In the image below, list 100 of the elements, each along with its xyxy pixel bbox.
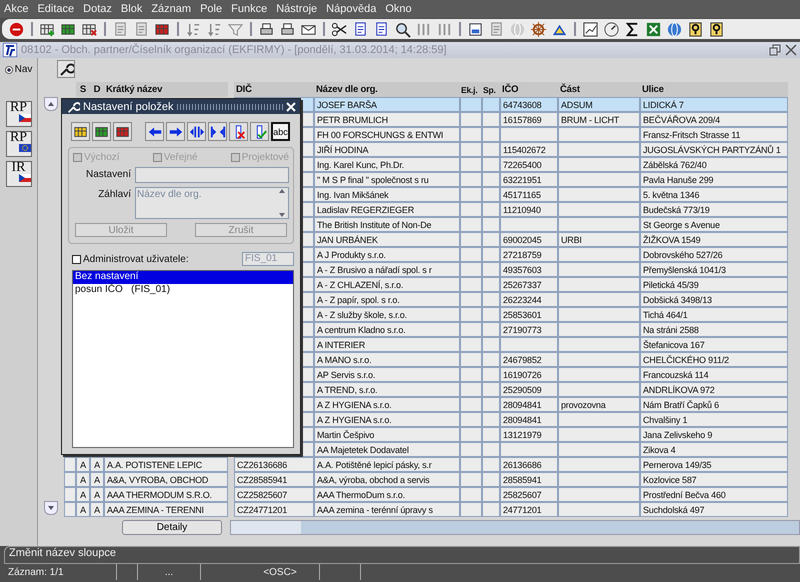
table-cell [460, 427, 482, 442]
table-cell [460, 367, 482, 382]
table-cell [482, 142, 500, 157]
menu-item[interactable]: Editace [37, 3, 74, 15]
menu-item[interactable]: Záznam [151, 3, 192, 15]
scissors-icon[interactable] [331, 20, 348, 38]
table-cell [460, 202, 482, 217]
help-icon[interactable] [687, 20, 704, 38]
expand-icon[interactable] [187, 122, 206, 141]
chart-icon[interactable] [582, 20, 599, 38]
printer-icon[interactable] [258, 20, 275, 38]
table-cell [460, 277, 482, 292]
table-cell: 26223244 [500, 292, 558, 307]
table-cell: A [76, 487, 90, 502]
column-header[interactable]: IČO [500, 82, 558, 97]
column-header[interactable]: S [76, 82, 90, 97]
side-button[interactable]: RP [6, 131, 32, 157]
settings-button[interactable] [57, 60, 75, 78]
globe-icon[interactable] [666, 20, 683, 38]
printer-icon[interactable] [279, 20, 296, 38]
table-icon[interactable] [92, 122, 111, 141]
table-cell: A MANO s.r.o. [314, 352, 460, 367]
arrow-left-icon[interactable] [145, 122, 164, 141]
column-header[interactable]: Krátký název [104, 82, 228, 97]
table-cell: AAA ThermoDum s.r.o. [314, 487, 460, 502]
gauge-icon[interactable] [603, 20, 620, 38]
scroll-down-icon[interactable] [44, 501, 58, 515]
collapse-icon[interactable] [208, 122, 227, 141]
column-header[interactable]: Ulice [640, 82, 788, 97]
scroll-up-icon[interactable] [44, 97, 58, 111]
stop-sign-icon[interactable] [8, 20, 25, 38]
table-cell: A.A. Potištěné lepicí pásky, s.r [314, 457, 460, 472]
table-cell: 28094841 [500, 397, 558, 412]
flag-icon [18, 144, 30, 152]
column-header[interactable]: Název dle org. [314, 82, 460, 97]
menu-item[interactable]: Pole [200, 3, 222, 15]
list-item[interactable]: Bez nastavení [73, 271, 293, 284]
table-cell: Ladislav REGERZIEGER [314, 202, 460, 217]
side-button[interactable]: RP [6, 101, 32, 127]
column-header[interactable]: DIČ [234, 82, 314, 97]
close-icon[interactable] [785, 44, 797, 56]
menu-item[interactable]: Blok [120, 3, 142, 15]
table-cell [500, 217, 558, 232]
table-cell: 45171165 [500, 187, 558, 202]
column-check-icon[interactable] [250, 122, 269, 141]
record-counter: Záznam: 1/1 [4, 564, 117, 580]
menu-item[interactable]: Dotaz [83, 3, 112, 15]
menu-item[interactable]: Nápověda [326, 3, 376, 15]
column-header[interactable]: Část [558, 82, 640, 97]
list-item[interactable]: posun IČO (FIS_01) [73, 284, 293, 297]
spreadsheet-icon[interactable] [645, 20, 662, 38]
table-cell [482, 322, 500, 337]
menu-item[interactable]: Funkce [231, 3, 268, 15]
table-cell: 49357603 [500, 262, 558, 277]
table-cell: A Z HYGIENA s.r.o. [314, 412, 460, 427]
side-button[interactable]: IR [6, 161, 32, 187]
table-icon[interactable] [71, 122, 90, 141]
form-icon[interactable] [467, 20, 484, 38]
table-cell: 27218759 [500, 247, 558, 262]
table-cell: Jana Zelivskeho 9 [640, 427, 788, 442]
table-cell: 25267337 [500, 277, 558, 292]
table-cell: 28585941 [500, 472, 558, 487]
table-cell: A centrum Kladno s.r.o. [314, 322, 460, 337]
table-cell [460, 172, 482, 187]
table-icon[interactable] [113, 122, 132, 141]
details-button[interactable]: Detaily [122, 520, 222, 535]
checkbox[interactable]: Administrovat uživatele: [72, 254, 189, 264]
horizontal-scrollbar[interactable] [230, 520, 800, 535]
table-cell: Štefanicova 167 [640, 337, 788, 352]
text-button[interactable]: abc [271, 122, 290, 141]
menu-item[interactable]: Nástroje [276, 3, 318, 15]
column-delete-icon[interactable] [229, 122, 248, 141]
table-cell [482, 262, 500, 277]
column-header[interactable]: Ek.j. [460, 82, 482, 97]
table-cell: AAA zemina - terénní úpravy s [314, 502, 460, 517]
table-cell: CZ25825607 [234, 487, 314, 502]
search-icon[interactable] [394, 20, 411, 38]
table-cell: BRUM - LICHT [558, 112, 640, 127]
wheel-icon[interactable] [530, 20, 547, 38]
table-cell: CZ24771201 [234, 502, 314, 517]
table-cell: Ing. Karel Kunc, Ph.Dr. [314, 157, 460, 172]
table-cell: A [90, 487, 104, 502]
table-cell: 27190773 [500, 322, 558, 337]
menu-item[interactable]: Akce [4, 3, 28, 15]
menu-item[interactable]: Okno [385, 3, 412, 15]
table-cell [460, 442, 482, 457]
column-header[interactable]: Sp. [482, 82, 500, 97]
table-cell: 63221951 [500, 172, 558, 187]
column-header[interactable]: D [90, 82, 104, 97]
table-cell: Nám Bratří Čapků 6 [640, 397, 788, 412]
restore-icon[interactable] [769, 44, 781, 56]
nav-radio[interactable]: Nav [4, 64, 32, 75]
table-cell: Chvalšiny 1 [640, 412, 788, 427]
table-cell: A - Z CHLAZENÍ, s.r.o. [314, 277, 460, 292]
table-cell: Tichá 464/1 [640, 307, 788, 322]
table-cell [482, 427, 500, 442]
arrow-right-icon[interactable] [166, 122, 185, 141]
input-field[interactable] [135, 167, 289, 183]
help-icon[interactable] [708, 20, 725, 38]
dialog-title: Nastavení položek [83, 100, 174, 112]
